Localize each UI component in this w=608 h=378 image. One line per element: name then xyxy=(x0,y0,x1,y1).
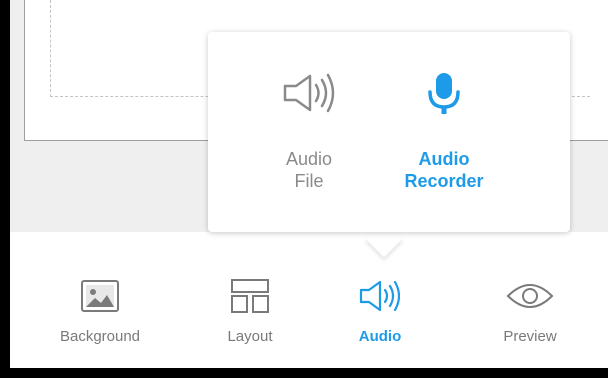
bottom-toolbar: Background Layout Audio Preview xyxy=(10,232,608,368)
toolbar-background-label: Background xyxy=(59,328,141,345)
toolbar-audio-label: Audio xyxy=(358,328,402,345)
audio-recorder-label-line2: Recorder xyxy=(404,171,484,191)
audio-file-label-line2: File xyxy=(294,171,324,191)
toolbar-audio-button[interactable]: Audio xyxy=(340,276,420,346)
microphone-icon xyxy=(428,73,460,114)
audio-options-popover: Audio File Audio Recorder xyxy=(208,32,570,232)
audio-file-option[interactable]: Audio File xyxy=(249,68,369,192)
eye-icon xyxy=(506,284,554,308)
toolbar-layout-button[interactable]: Layout xyxy=(200,276,300,346)
toolbar-preview-label: Preview xyxy=(503,328,557,345)
toolbar-layout-label: Layout xyxy=(227,328,273,345)
audio-recorder-label: Audio Recorder xyxy=(384,148,504,192)
audio-file-label: Audio File xyxy=(249,148,369,192)
screen-border-left xyxy=(0,0,10,378)
screen-border-bottom xyxy=(0,368,608,378)
speaker-icon xyxy=(359,280,401,312)
speaker-icon xyxy=(283,73,335,113)
toolbar-preview-button[interactable]: Preview xyxy=(480,276,580,346)
audio-recorder-option[interactable]: Audio Recorder xyxy=(384,68,504,192)
image-icon xyxy=(81,280,119,312)
layout-icon xyxy=(231,279,269,313)
toolbar-background-button[interactable]: Background xyxy=(40,276,160,346)
audio-file-label-line1: Audio xyxy=(285,149,333,169)
audio-recorder-label-line1: Audio xyxy=(418,149,470,169)
